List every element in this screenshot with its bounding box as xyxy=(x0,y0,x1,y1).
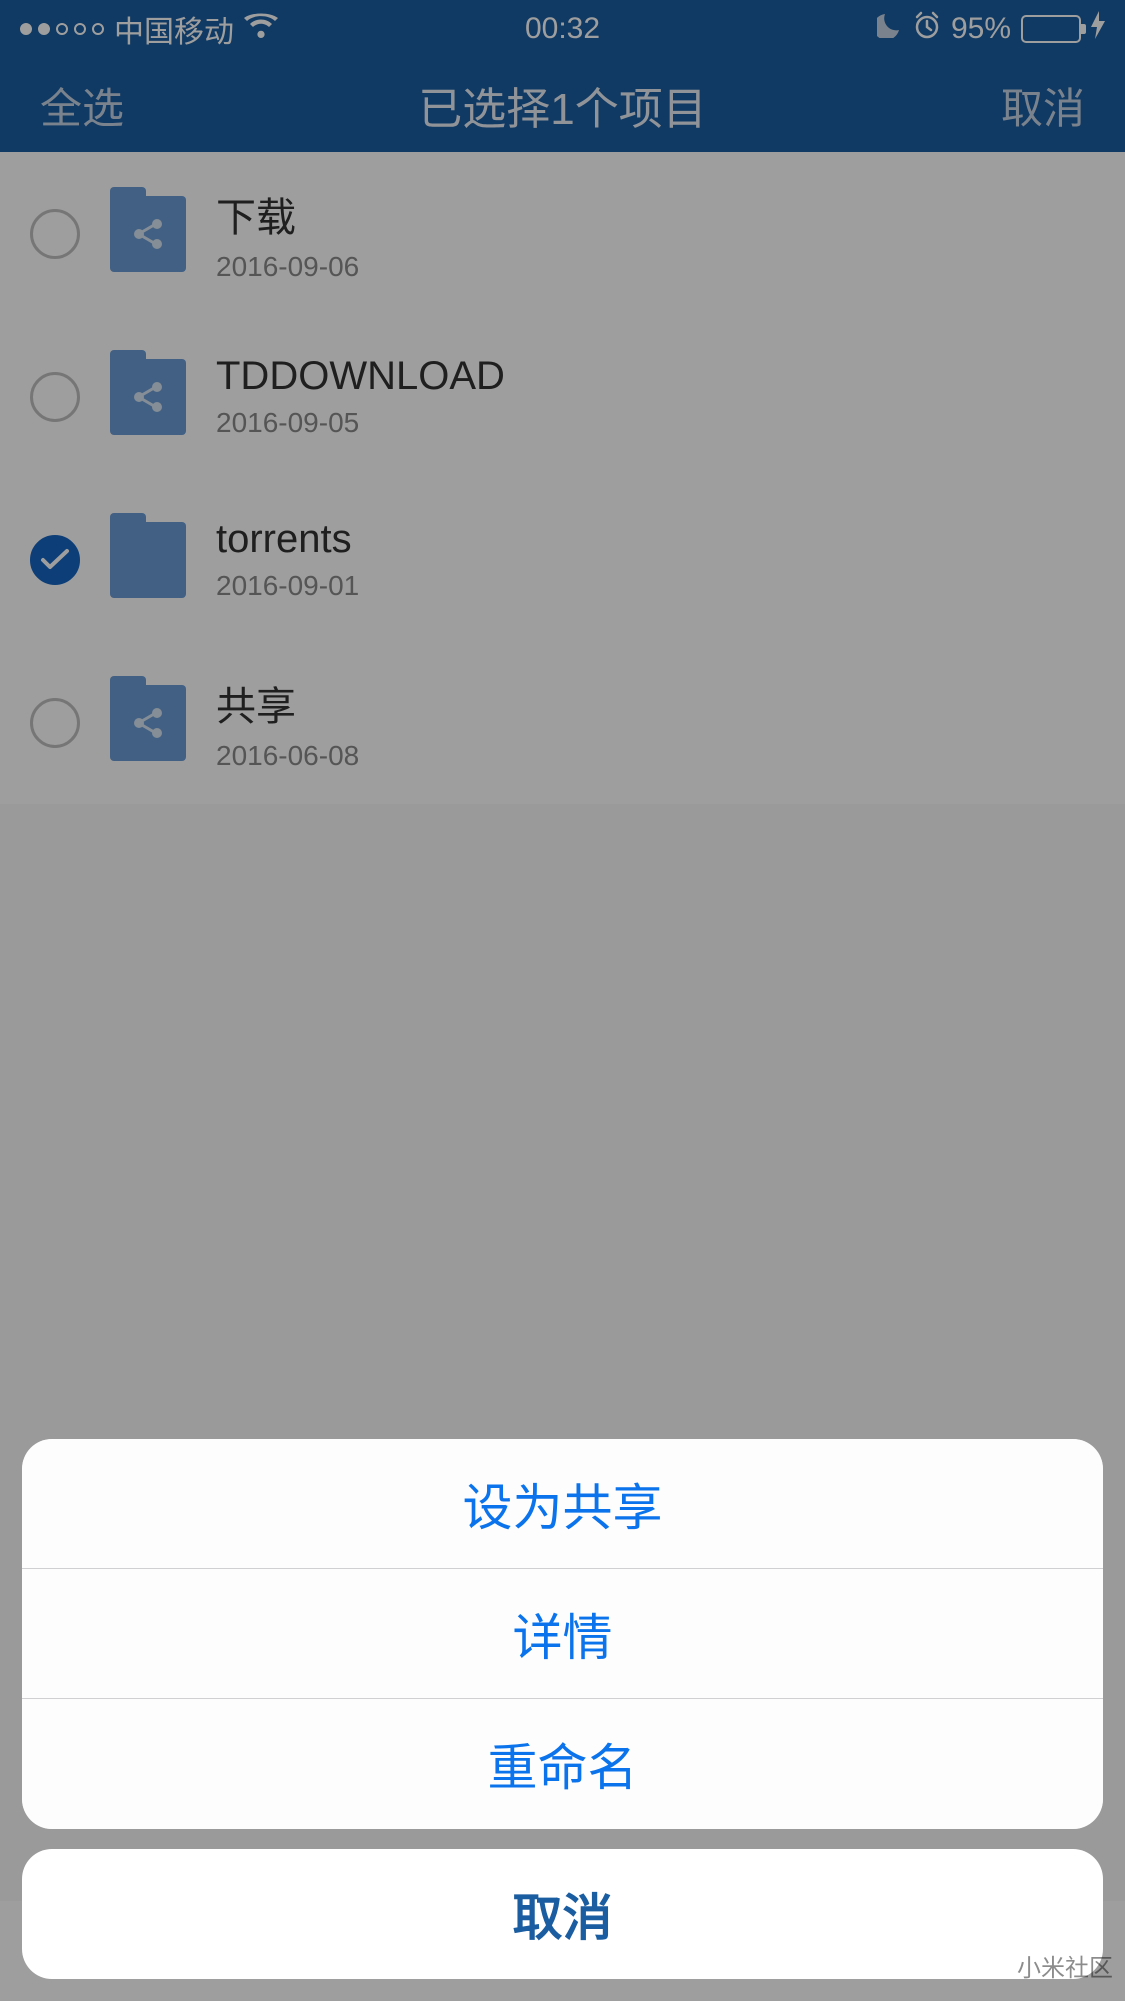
sheet-details[interactable]: 详情 xyxy=(22,1569,1103,1699)
sheet-cancel-button[interactable]: 取消 xyxy=(22,1849,1103,1979)
watermark: 小米社区 xyxy=(1017,1948,1113,1983)
action-sheet-group: 设为共享 详情 重命名 xyxy=(22,1439,1103,1829)
action-sheet: 设为共享 详情 重命名 取消 xyxy=(22,1439,1103,1979)
sheet-rename[interactable]: 重命名 xyxy=(22,1699,1103,1829)
sheet-set-share[interactable]: 设为共享 xyxy=(22,1439,1103,1569)
